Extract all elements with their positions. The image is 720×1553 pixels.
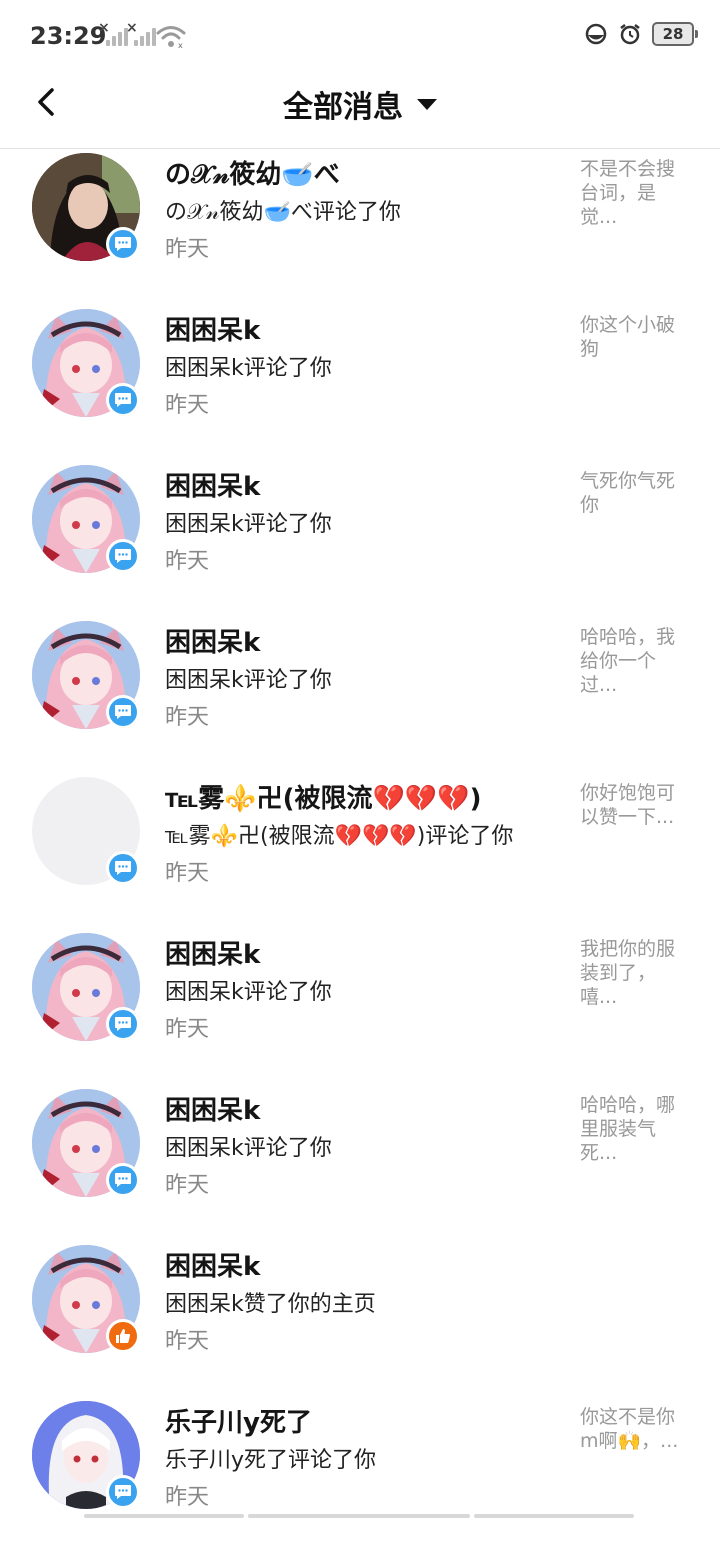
status-time: 23:29 [30, 22, 107, 50]
signal-1-icon: × [98, 20, 128, 48]
comment-preview: 你这个小破狗 [580, 314, 676, 360]
comment-icon [115, 237, 131, 251]
signal-2-icon: × [126, 20, 156, 48]
divider [248, 1514, 470, 1518]
battery-icon: 28 [652, 22, 698, 46]
comment-icon [115, 705, 131, 719]
status-icons: 28 [584, 22, 698, 46]
avatar[interactable] [32, 1089, 140, 1197]
comment-badge [106, 227, 140, 261]
comment-icon [115, 1017, 131, 1031]
notification-item[interactable]: 困困呆k 困困呆k评论了你 昨天 哈哈哈，我给你一个过... [0, 617, 720, 773]
comment-badge [106, 539, 140, 573]
avatar[interactable] [32, 465, 140, 573]
nav-bar: 全部消息 [0, 72, 720, 149]
avatar[interactable] [32, 621, 140, 729]
notification-action: 困困呆k评论了你 [165, 980, 332, 1005]
notification-item[interactable]: 困困呆k 困困呆k评论了你 昨天 你这个小破狗 [0, 305, 720, 461]
comment-icon [115, 393, 131, 407]
sender-name: の𝒳𝓃筱幼🥣べ [165, 160, 340, 190]
sender-name: ℡雾⚜️卍(被限流💔💔💔) [165, 784, 482, 814]
sender-name: 困困呆k [165, 1096, 261, 1126]
comment-badge [106, 383, 140, 417]
notification-time: 昨天 [165, 861, 210, 886]
notification-action: ℡雾⚜️卍(被限流💔💔💔)评论了你 [165, 824, 514, 849]
avatar[interactable] [32, 153, 140, 261]
notification-action: 乐子川y死了评论了你 [165, 1448, 377, 1473]
divider [84, 1514, 244, 1518]
notification-action: 困困呆k评论了你 [165, 668, 332, 693]
notification-item[interactable]: 困困呆k 困困呆k评论了你 昨天 哈哈哈，哪里服装气死... [0, 1085, 720, 1241]
sender-name: 乐子川y死了 [165, 1408, 312, 1438]
comment-preview: 不是不会搜台词，是觉... [580, 158, 676, 228]
notification-time: 昨天 [165, 1017, 210, 1042]
avatar[interactable] [32, 777, 140, 885]
notification-item[interactable]: 困困呆k 困困呆k评论了你 昨天 气死你气死你 [0, 461, 720, 617]
comment-badge [106, 1475, 140, 1509]
notification-time: 昨天 [165, 1329, 210, 1354]
svg-text:x: x [178, 41, 183, 48]
comment-icon [115, 1485, 131, 1499]
avatar[interactable] [32, 1245, 140, 1353]
comment-icon [115, 861, 131, 875]
comment-preview: 你这不是你m啊🙌，... [580, 1406, 679, 1452]
comment-preview: 哈哈哈，哪里服装气死... [580, 1094, 676, 1164]
comment-badge [106, 851, 140, 885]
avatar[interactable] [32, 309, 140, 417]
comment-badge [106, 695, 140, 729]
comment-preview: 哈哈哈，我给你一个过... [580, 626, 676, 696]
bottom-edge [0, 1514, 720, 1520]
notification-time: 昨天 [165, 549, 210, 574]
sender-name: 困困呆k [165, 940, 261, 970]
notification-item[interactable]: 困困呆k 困困呆k评论了你 昨天 我把你的服装到了，嘻... [0, 929, 720, 1085]
like-badge [106, 1319, 140, 1353]
notification-time: 昨天 [165, 1485, 210, 1510]
message-filter-dropdown[interactable]: 全部消息 [0, 82, 720, 126]
notification-action: の𝒳𝓃筱幼🥣べ评论了你 [165, 200, 401, 225]
sender-name: 困困呆k [165, 1252, 261, 1282]
divider [474, 1514, 634, 1518]
notification-time: 昨天 [165, 1173, 210, 1198]
comment-icon [115, 1173, 131, 1187]
sender-name: 困困呆k [165, 316, 261, 346]
avatar[interactable] [32, 933, 140, 1041]
notification-time: 昨天 [165, 237, 210, 262]
sender-name: 困困呆k [165, 472, 261, 502]
page-title: 全部消息 [283, 90, 403, 125]
notification-item[interactable]: 困困呆k 困困呆k赞了你的主页 昨天 [0, 1241, 720, 1397]
notification-action: 困困呆k评论了你 [165, 1136, 332, 1161]
notification-time: 昨天 [165, 393, 210, 418]
notification-item[interactable]: ℡雾⚜️卍(被限流💔💔💔) ℡雾⚜️卍(被限流💔💔💔)评论了你 昨天 你好饱饱可… [0, 773, 720, 929]
comment-icon [115, 549, 131, 563]
notification-action: 困困呆k评论了你 [165, 356, 332, 381]
sender-name: 困困呆k [165, 628, 261, 658]
thumbs-up-icon [116, 1329, 131, 1343]
notification-action: 困困呆k评论了你 [165, 512, 332, 537]
alarm-icon [620, 24, 640, 45]
comment-badge [106, 1007, 140, 1041]
comment-preview: 我把你的服装到了，嘻... [580, 938, 676, 1008]
status-bar: 23:29 × × x 28 [0, 0, 720, 72]
notification-item[interactable]: 乐子川y死了 乐子川y死了评论了你 昨天 你这不是你m啊🙌，... [0, 1397, 720, 1553]
comment-preview: 你好饱饱可以赞一下... [580, 782, 676, 828]
notification-item[interactable]: の𝒳𝓃筱幼🥣べ の𝒳𝓃筱幼🥣べ评论了你 昨天 不是不会搜台词，是觉... [0, 149, 720, 305]
comment-badge [106, 1163, 140, 1197]
comment-preview: 气死你气死你 [580, 470, 676, 516]
notification-action: 困困呆k赞了你的主页 [165, 1292, 376, 1317]
caret-down-icon [417, 98, 437, 110]
notification-time: 昨天 [165, 705, 210, 730]
wifi-icon: x [156, 26, 186, 48]
do-not-disturb-icon [585, 23, 607, 45]
avatar[interactable] [32, 1401, 140, 1509]
